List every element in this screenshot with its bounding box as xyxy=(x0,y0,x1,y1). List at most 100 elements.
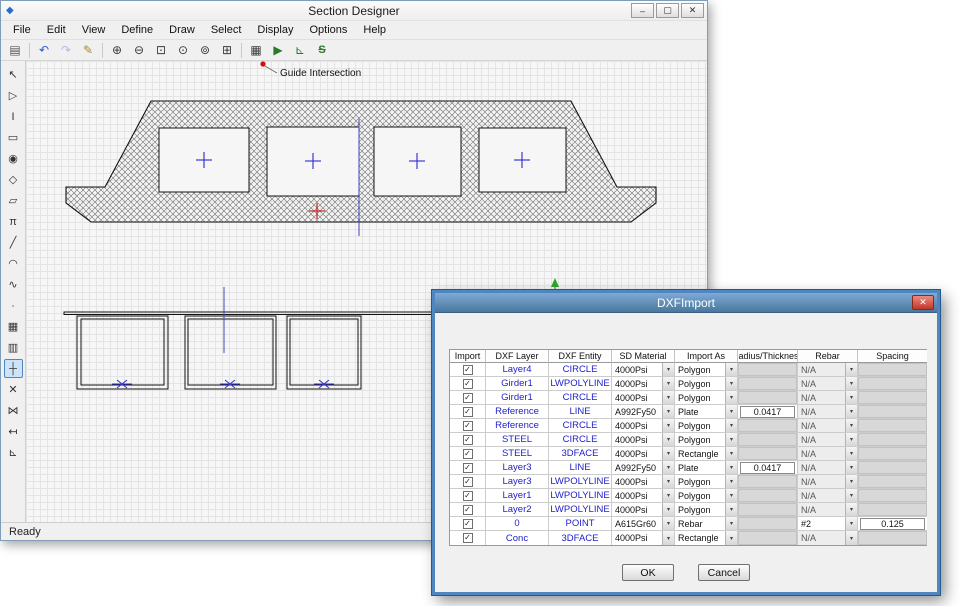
cancel-button[interactable]: Cancel xyxy=(698,564,750,581)
rubber-band-zoom-button[interactable]: ⊡ xyxy=(151,41,171,59)
menu-view[interactable]: View xyxy=(74,22,114,38)
import-as-select[interactable]: Rectangle▾ xyxy=(675,447,737,460)
draw-polygon-tool-button[interactable]: ◇ xyxy=(4,170,23,189)
snap-guide-tool-button[interactable]: ┼ xyxy=(4,359,23,378)
sd-material-select[interactable]: 4000Psi▾ xyxy=(612,503,674,516)
refresh-window-button[interactable]: ▤ xyxy=(5,41,25,59)
sd-material-select[interactable]: 4000Psi▾ xyxy=(612,475,674,488)
chevron-down-icon[interactable]: ▾ xyxy=(662,503,674,516)
show-axes-button[interactable]: ⊾ xyxy=(290,41,310,59)
sd-material-select[interactable]: A992Fy50▾ xyxy=(612,405,674,418)
sd-material-select[interactable]: A615Gr60▾ xyxy=(612,517,674,530)
zoom-out-button[interactable]: ⊖ xyxy=(129,41,149,59)
minimize-button[interactable]: – xyxy=(631,3,654,18)
show-rebar-tool-button[interactable]: ▥ xyxy=(4,338,23,357)
import-as-select[interactable]: Polygon▾ xyxy=(675,489,737,502)
radius-thickness-input[interactable]: 0.0417 xyxy=(740,406,795,418)
chevron-down-icon[interactable]: ▾ xyxy=(725,489,737,502)
snap-midpoint-tool-button[interactable]: ⋈ xyxy=(4,401,23,420)
draw-curve-tool-button[interactable]: ∿ xyxy=(4,275,23,294)
import-as-select[interactable]: Polygon▾ xyxy=(675,363,737,376)
chevron-down-icon[interactable]: ▾ xyxy=(725,447,737,460)
draw-rectangle-tool-button[interactable]: ▭ xyxy=(4,128,23,147)
import-checkbox[interactable]: ✓ xyxy=(463,393,473,403)
import-checkbox[interactable]: ✓ xyxy=(463,365,473,375)
chevron-down-icon[interactable]: ▾ xyxy=(662,531,674,545)
draw-circle-tool-button[interactable]: ◉ xyxy=(4,149,23,168)
import-checkbox[interactable]: ✓ xyxy=(463,505,473,515)
import-as-select[interactable]: Polygon▾ xyxy=(675,475,737,488)
import-as-select[interactable]: Rebar▾ xyxy=(675,517,737,530)
maximize-button[interactable]: ▢ xyxy=(656,3,679,18)
menu-draw[interactable]: Draw xyxy=(161,22,203,38)
chevron-down-icon[interactable]: ▾ xyxy=(662,461,674,474)
show-section-tool-button[interactable]: ▦ xyxy=(4,317,23,336)
import-as-select[interactable]: Polygon▾ xyxy=(675,377,737,390)
chevron-down-icon[interactable]: ▾ xyxy=(662,447,674,460)
rebar-select[interactable]: #2▾ xyxy=(798,517,857,530)
snap-intersection-tool-button[interactable]: ✕ xyxy=(4,380,23,399)
measure-tool-button[interactable]: ⊾ xyxy=(4,443,23,462)
import-checkbox[interactable]: ✓ xyxy=(463,449,473,459)
draw-line-tool-button[interactable]: ╱ xyxy=(4,233,23,252)
sd-material-select[interactable]: 4000Psi▾ xyxy=(612,377,674,390)
import-checkbox[interactable]: ✓ xyxy=(463,407,473,417)
import-as-select[interactable]: Polygon▾ xyxy=(675,503,737,516)
import-checkbox[interactable]: ✓ xyxy=(463,477,473,487)
chevron-down-icon[interactable]: ▾ xyxy=(725,391,737,404)
concrete-deck-section[interactable] xyxy=(66,101,656,222)
dimension-tool-button[interactable]: I xyxy=(4,107,23,126)
chevron-down-icon[interactable]: ▾ xyxy=(725,475,737,488)
steel-girder-section[interactable] xyxy=(64,312,451,389)
redo-button[interactable]: ↷ xyxy=(56,41,76,59)
import-checkbox[interactable]: ✓ xyxy=(463,491,473,501)
chevron-down-icon[interactable]: ▾ xyxy=(662,377,674,390)
draw-pi-shape-tool-button[interactable]: π xyxy=(4,212,23,231)
align-tool-button[interactable]: ↤ xyxy=(4,422,23,441)
menu-edit[interactable]: Edit xyxy=(39,22,74,38)
import-as-select[interactable]: Polygon▾ xyxy=(675,391,737,404)
chevron-down-icon[interactable]: ▾ xyxy=(662,475,674,488)
sd-material-select[interactable]: 4000Psi▾ xyxy=(612,391,674,404)
draw-segment-tool-button[interactable]: ▱ xyxy=(4,191,23,210)
edit-pencil-button[interactable]: ✎ xyxy=(78,41,98,59)
chevron-down-icon[interactable]: ▾ xyxy=(662,405,674,418)
show-units-button[interactable]: S xyxy=(312,41,332,59)
chevron-down-icon[interactable]: ▾ xyxy=(725,433,737,446)
menu-options[interactable]: Options xyxy=(301,22,355,38)
spacing-input[interactable]: 0.125 xyxy=(860,518,925,530)
chevron-down-icon[interactable]: ▾ xyxy=(725,531,737,545)
close-button[interactable]: ✕ xyxy=(681,3,704,18)
dialog-close-button[interactable]: ✕ xyxy=(912,295,934,310)
draw-point-tool-button[interactable]: ∙ xyxy=(4,296,23,315)
chevron-down-icon[interactable]: ▾ xyxy=(725,461,737,474)
draw-arc-tool-button[interactable]: ◠ xyxy=(4,254,23,273)
chevron-down-icon[interactable]: ▾ xyxy=(725,363,737,376)
chevron-down-icon[interactable]: ▾ xyxy=(845,517,857,530)
import-checkbox[interactable]: ✓ xyxy=(463,379,473,389)
menu-help[interactable]: Help xyxy=(355,22,394,38)
chevron-down-icon[interactable]: ▾ xyxy=(662,363,674,376)
import-checkbox[interactable]: ✓ xyxy=(463,421,473,431)
chevron-down-icon[interactable]: ▾ xyxy=(725,405,737,418)
sd-material-select[interactable]: 4000Psi▾ xyxy=(612,531,674,545)
import-as-select[interactable]: Polygon▾ xyxy=(675,433,737,446)
zoom-in-button[interactable]: ⊕ xyxy=(107,41,127,59)
chevron-down-icon[interactable]: ▾ xyxy=(662,419,674,432)
chevron-down-icon[interactable]: ▾ xyxy=(662,517,674,530)
import-checkbox[interactable]: ✓ xyxy=(463,519,473,529)
reshaper-tool-button[interactable]: ▷ xyxy=(4,86,23,105)
previous-zoom-button[interactable]: ⊚ xyxy=(195,41,215,59)
sd-material-select[interactable]: 4000Psi▾ xyxy=(612,433,674,446)
import-as-select[interactable]: Plate▾ xyxy=(675,405,737,418)
sd-material-select[interactable]: 4000Psi▾ xyxy=(612,419,674,432)
dialog-title-bar[interactable]: DXFImport ✕ xyxy=(435,293,937,313)
import-as-select[interactable]: Rectangle▾ xyxy=(675,531,737,545)
import-as-select[interactable]: Polygon▾ xyxy=(675,419,737,432)
menu-select[interactable]: Select xyxy=(203,22,250,38)
chevron-down-icon[interactable]: ▾ xyxy=(725,503,737,516)
chevron-down-icon[interactable]: ▾ xyxy=(725,419,737,432)
chevron-down-icon[interactable]: ▾ xyxy=(662,391,674,404)
title-bar[interactable]: ◆ Section Designer – ▢ ✕ xyxy=(1,1,707,21)
sd-material-select[interactable]: 4000Psi▾ xyxy=(612,447,674,460)
